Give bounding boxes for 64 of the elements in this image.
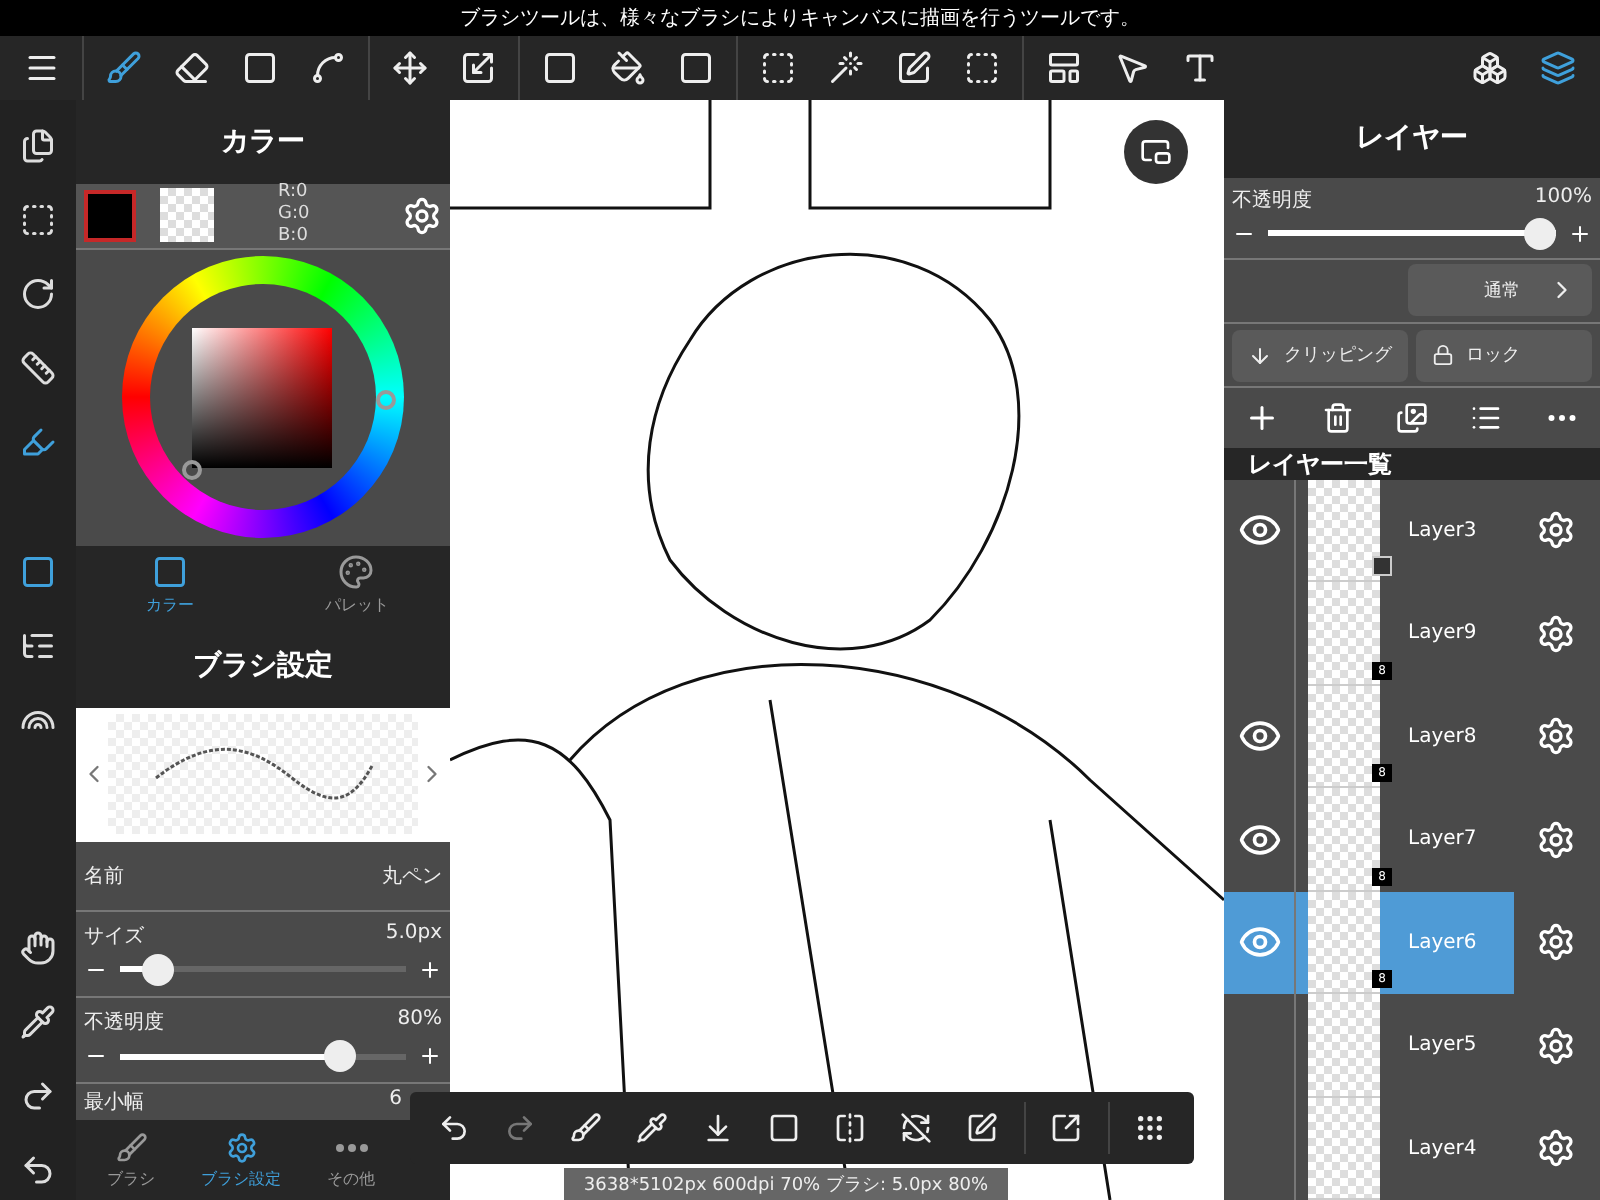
panel-title: カラー <box>76 100 450 183</box>
trash-icon[interactable] <box>1322 401 1355 434</box>
layer-row[interactable]: Layer5 <box>1224 994 1600 1097</box>
slider-value: 100% <box>1534 185 1592 212</box>
slider-value: 80% <box>397 1008 442 1035</box>
arrow-down-icon <box>1248 343 1272 368</box>
lock-icon <box>1432 344 1454 367</box>
layer-row[interactable]: Layer4 <box>1224 1097 1600 1200</box>
layer-name: Layer9 <box>1408 622 1479 645</box>
rgb-value: R:0 <box>278 182 310 204</box>
plus-icon[interactable] <box>418 957 442 982</box>
images-icon[interactable] <box>1395 401 1428 434</box>
layer-name: Layer8 <box>1408 725 1479 748</box>
background-color-swatch[interactable] <box>160 188 214 242</box>
panel-title: ブラシ設定 <box>76 624 450 708</box>
settings-icon[interactable] <box>402 195 442 235</box>
window-toggle-button[interactable] <box>1124 120 1188 184</box>
panel-tab[interactable]: その他 <box>327 1131 375 1190</box>
layer-thumbnail <box>1308 994 1380 1097</box>
panel-tab[interactable]: カラー <box>145 553 194 616</box>
more-icon <box>335 1143 367 1152</box>
brush-stroke-icon <box>151 746 375 803</box>
slider-label: 不透明度 <box>84 1009 164 1037</box>
panel-tab[interactable]: パレット <box>324 553 389 616</box>
slider-thumb[interactable] <box>323 1040 356 1073</box>
brush-settings-icon <box>225 1131 257 1164</box>
slider-value: 6 <box>389 1088 402 1115</box>
blend-mode-button[interactable]: 通常 <box>1408 264 1592 317</box>
plus-icon[interactable] <box>418 1044 442 1069</box>
hue-marker[interactable] <box>376 389 396 409</box>
color-marker[interactable] <box>182 459 202 479</box>
status-message: ブラシツールは、様々なブラシによりキャンバスに描画を行うツールです。 <box>0 0 1600 36</box>
brush-name[interactable]: 丸ペン <box>382 861 442 890</box>
clipping-button[interactable]: クリッピング <box>1232 329 1408 382</box>
panel-tab[interactable]: ブラシ <box>107 1131 155 1190</box>
layer-row[interactable]: Layer3 <box>1224 479 1600 582</box>
brush-icon <box>115 1131 147 1164</box>
layer-name: Layer7 <box>1408 828 1479 851</box>
layer-name: Layer4 <box>1408 1137 1479 1160</box>
slider-label: サイズ <box>84 923 144 950</box>
layer-name: Layer6 <box>1408 931 1479 954</box>
layer-name: Layer3 <box>1408 519 1479 542</box>
square-icon <box>151 553 188 590</box>
slider-thumb[interactable] <box>1524 217 1556 250</box>
canvas-info: 3638*5102px 600dpi 70% ブラシ: 5.0px 80% <box>564 1168 1008 1200</box>
color-square[interactable] <box>193 327 333 468</box>
slider-thumb[interactable] <box>142 953 175 986</box>
lock-button[interactable]: ロック <box>1416 329 1592 382</box>
panel-tab[interactable]: ブラシ設定 <box>201 1131 281 1190</box>
panel-title: レイヤー <box>1224 100 1600 177</box>
foreground-color-swatch[interactable] <box>84 189 136 241</box>
list-title: レイヤー一覧 <box>1224 447 1600 479</box>
list-icon[interactable] <box>1469 401 1502 434</box>
slider-value: 5.0px <box>385 921 442 948</box>
layer-thumbnail <box>1308 1097 1380 1200</box>
plus-icon[interactable] <box>1568 221 1592 246</box>
rgb-value: B:0 <box>278 226 310 248</box>
field-label: 名前 <box>84 863 124 890</box>
slider-label: 不透明度 <box>1232 187 1312 214</box>
window-icon <box>1140 136 1172 168</box>
palette-icon <box>338 553 375 590</box>
layer-name: Layer5 <box>1408 1034 1479 1057</box>
rgb-value: G:0 <box>278 204 310 226</box>
slider-label: 最小幅 <box>84 1089 144 1117</box>
